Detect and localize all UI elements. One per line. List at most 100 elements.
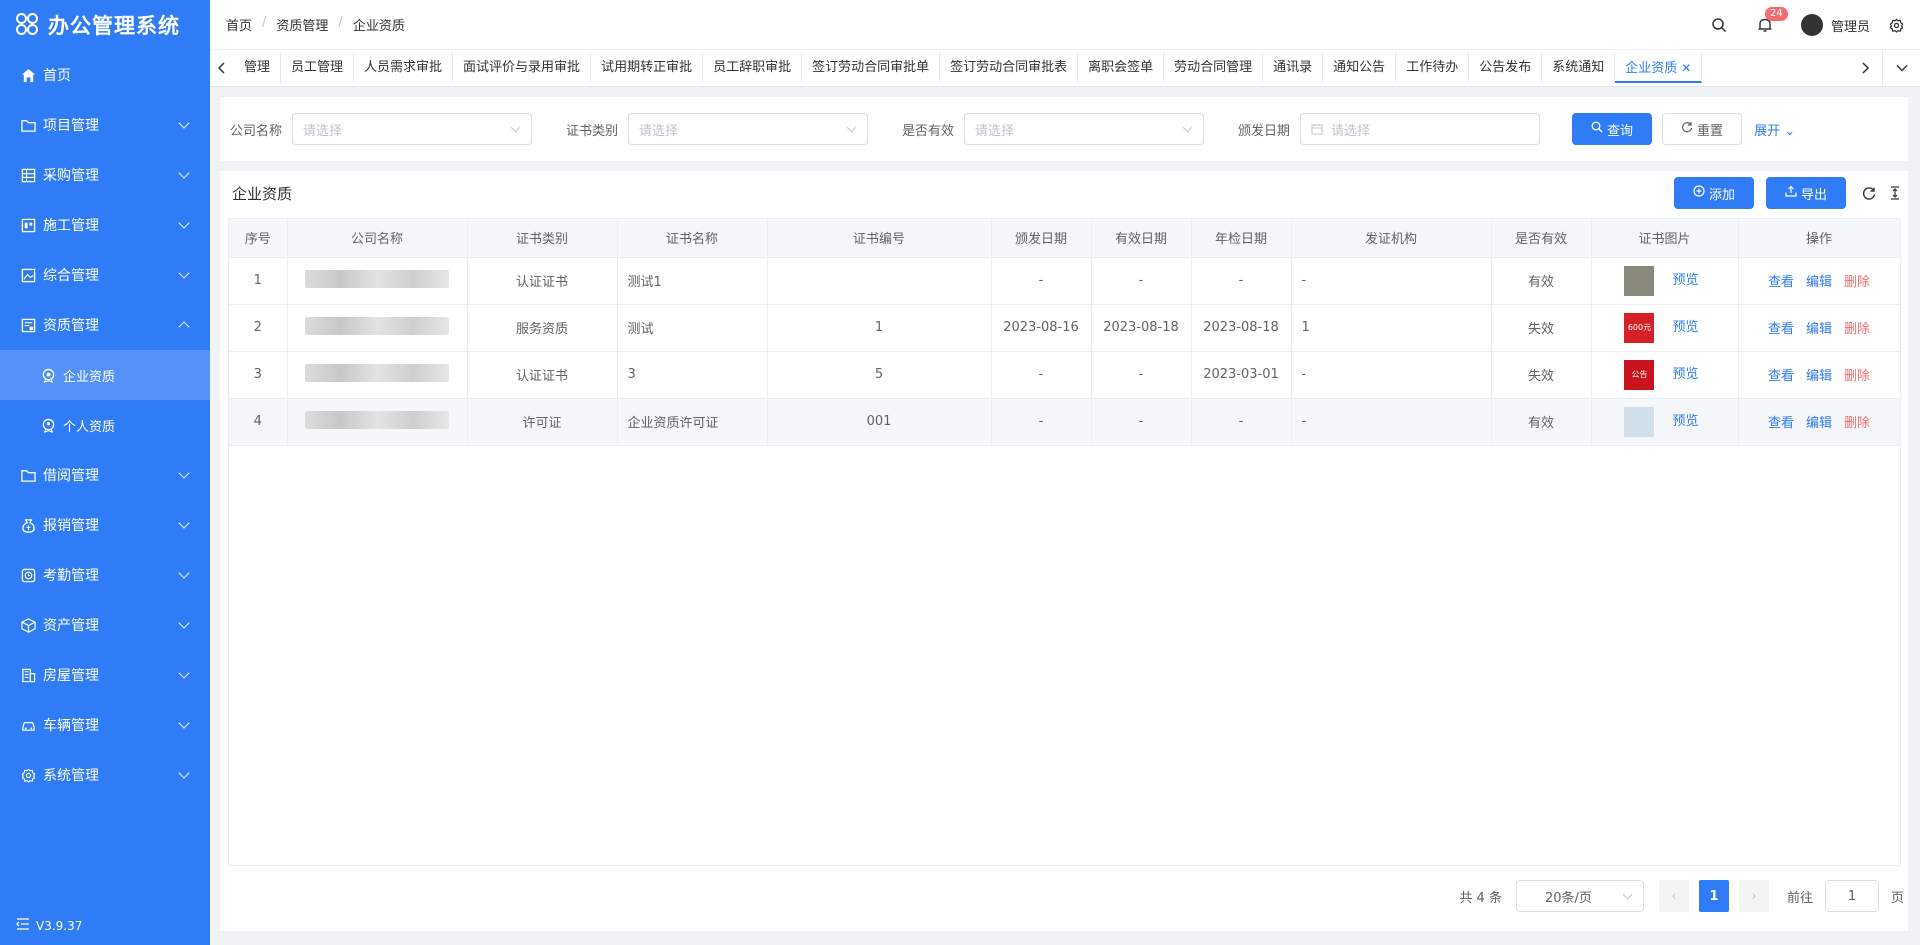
issue-date-picker[interactable]: 请选择 — [1300, 113, 1541, 145]
preview-link[interactable]: 预览 — [1672, 320, 1698, 335]
collapse-menu-icon[interactable] — [16, 918, 30, 933]
preview-link[interactable]: 预览 — [1672, 273, 1698, 288]
page-number-button[interactable]: 1 — [1698, 880, 1729, 912]
sidebar-item-general[interactable]: 综合管理 — [0, 250, 210, 300]
next-page-button[interactable]: › — [1738, 880, 1769, 912]
tag-item[interactable]: 员工管理 — [281, 53, 355, 83]
sidebar-item-reimburse[interactable]: 报销管理 — [0, 500, 210, 550]
cell-cert-no: 5 — [767, 351, 992, 399]
sidebar-item-home[interactable]: 首页 — [0, 50, 210, 100]
cell-cert-name: 3 — [617, 351, 768, 399]
column-header: 证书名称 — [617, 219, 768, 258]
sidebar-item-label: 房屋管理 — [43, 668, 99, 684]
tag-item[interactable]: 通知公告 — [1323, 53, 1397, 83]
view-link[interactable]: 查看 — [1768, 322, 1794, 337]
tags-menu-chevron-icon[interactable] — [1882, 49, 1920, 87]
tag-item[interactable]: 系统通知 — [1542, 53, 1616, 83]
prev-page-button[interactable]: ‹ — [1658, 880, 1689, 912]
chevron-down-icon — [1622, 889, 1633, 900]
tag-item[interactable]: 签订劳动合同审批单 — [802, 53, 941, 83]
tag-item[interactable]: 公告发布 — [1469, 53, 1543, 83]
cert-type-select[interactable]: 请选择 — [628, 113, 869, 145]
cell-cert-no: 001 — [767, 398, 992, 446]
add-button[interactable]: 添加 — [1674, 177, 1754, 209]
card-title: 企业资质 — [232, 185, 293, 203]
tag-item[interactable]: 劳动合同管理 — [1164, 53, 1264, 83]
view-link[interactable]: 查看 — [1768, 416, 1794, 431]
view-link[interactable]: 查看 — [1768, 369, 1794, 384]
home-icon — [20, 67, 36, 83]
tags-list: 管理 员工管理 人员需求审批 面试评价与录用审批 试用期转正审批 员工辞职审批 … — [234, 50, 1848, 87]
sidebar-item-attendance[interactable]: 考勤管理 — [0, 550, 210, 600]
sidebar-item-project[interactable]: 项目管理 — [0, 100, 210, 150]
tag-item[interactable]: 人员需求审批 — [354, 53, 454, 83]
tag-item[interactable]: 签订劳动合同审批表 — [940, 53, 1079, 83]
cell-no: 2 — [229, 304, 288, 352]
tag-item[interactable]: 离职会签单 — [1078, 53, 1165, 83]
settings-gear-icon[interactable] — [1886, 15, 1906, 35]
avatar[interactable] — [1800, 14, 1823, 36]
username[interactable]: 管理员 — [1831, 16, 1870, 35]
sidebar-item-purchase[interactable]: 采购管理 — [0, 150, 210, 200]
sidebar-item-vehicle[interactable]: 车辆管理 — [0, 700, 210, 750]
goto-page-input[interactable]: 1 — [1824, 880, 1879, 912]
delete-link[interactable]: 删除 — [1844, 416, 1870, 431]
column-header: 证书编号 — [767, 219, 992, 258]
cell-cert-type: 认证证书 — [467, 257, 618, 305]
cert-thumbnail[interactable]: 公告 — [1624, 359, 1655, 390]
sidebar-item-qualification[interactable]: 资质管理 — [0, 300, 210, 350]
cert-thumbnail[interactable]: 600元 — [1624, 312, 1655, 343]
view-link[interactable]: 查看 — [1768, 275, 1794, 290]
edit-link[interactable]: 编辑 — [1806, 369, 1832, 384]
edit-link[interactable]: 编辑 — [1806, 322, 1832, 337]
tags-scroll-left-icon[interactable] — [210, 50, 234, 87]
edit-link[interactable]: 编辑 — [1806, 416, 1832, 431]
search-icon[interactable] — [1709, 15, 1729, 35]
sidebar-item-house[interactable]: 房屋管理 — [0, 650, 210, 700]
company-select[interactable]: 请选择 — [292, 113, 533, 145]
sidebar-item-asset[interactable]: 资产管理 — [0, 600, 210, 650]
sidebar: 办公管理系统 首页 项目管理 采购管理 施工管理 综合管理 资质管理 企业资质 … — [0, 0, 210, 945]
breadcrumb: 首页 / 资质管理 / 企业资质 — [226, 15, 405, 34]
query-button[interactable]: 查询 — [1572, 113, 1653, 145]
card-toolbar: 添加 导出 — [1674, 177, 1900, 209]
bell-icon[interactable]: 24 — [1755, 7, 1788, 35]
cell-actions: 查看 编辑 删除 — [1738, 398, 1901, 446]
preview-link[interactable]: 预览 — [1672, 367, 1698, 382]
cert-thumbnail[interactable] — [1624, 265, 1655, 296]
tag-item[interactable]: 员工辞职审批 — [703, 53, 803, 83]
tag-item[interactable]: 管理 — [234, 53, 282, 83]
sidebar-item-label: 施工管理 — [43, 218, 99, 234]
cube-icon — [20, 617, 36, 633]
refresh-table-icon[interactable] — [1862, 186, 1876, 200]
reset-button[interactable]: 重置 — [1662, 113, 1743, 145]
delete-link[interactable]: 删除 — [1844, 275, 1870, 290]
sidebar-item-system[interactable]: 系统管理 — [0, 750, 210, 800]
valid-select[interactable]: 请选择 — [964, 113, 1205, 145]
car-icon — [20, 717, 36, 733]
sidebar-item-personal-qualification[interactable]: 个人资质 — [0, 400, 210, 450]
sidebar-item-company-qualification[interactable]: 企业资质 — [0, 350, 210, 400]
breadcrumb-item-qualification[interactable]: 资质管理 — [276, 15, 328, 34]
expand-toggle[interactable]: 展开 ⌄ — [1754, 120, 1795, 139]
close-icon[interactable]: ✕ — [1681, 61, 1691, 75]
tag-item[interactable]: 通讯录 — [1263, 53, 1324, 83]
export-button[interactable]: 导出 — [1766, 177, 1846, 209]
cell-company — [287, 257, 468, 305]
page-size-select[interactable]: 20条/页 — [1515, 880, 1644, 912]
tag-item[interactable]: 工作待办 — [1396, 53, 1470, 83]
cell-cert-name: 企业资质许可证 — [617, 398, 768, 446]
sidebar-item-construction[interactable]: 施工管理 — [0, 200, 210, 250]
sidebar-item-borrow[interactable]: 借阅管理 — [0, 450, 210, 500]
breadcrumb-item-home[interactable]: 首页 — [226, 15, 252, 34]
preview-link[interactable]: 预览 — [1672, 414, 1698, 429]
cert-thumbnail[interactable] — [1624, 406, 1655, 437]
delete-link[interactable]: 删除 — [1844, 322, 1870, 337]
tag-item[interactable]: 面试评价与录用审批 — [453, 53, 592, 83]
column-height-icon[interactable] — [1890, 186, 1900, 200]
tag-item[interactable]: 试用期转正审批 — [591, 53, 704, 83]
tags-scroll-right-icon[interactable] — [1848, 50, 1882, 87]
edit-link[interactable]: 编辑 — [1806, 275, 1832, 290]
delete-link[interactable]: 删除 — [1844, 369, 1870, 384]
tag-item-active[interactable]: 企业资质 ✕ — [1615, 53, 1703, 83]
